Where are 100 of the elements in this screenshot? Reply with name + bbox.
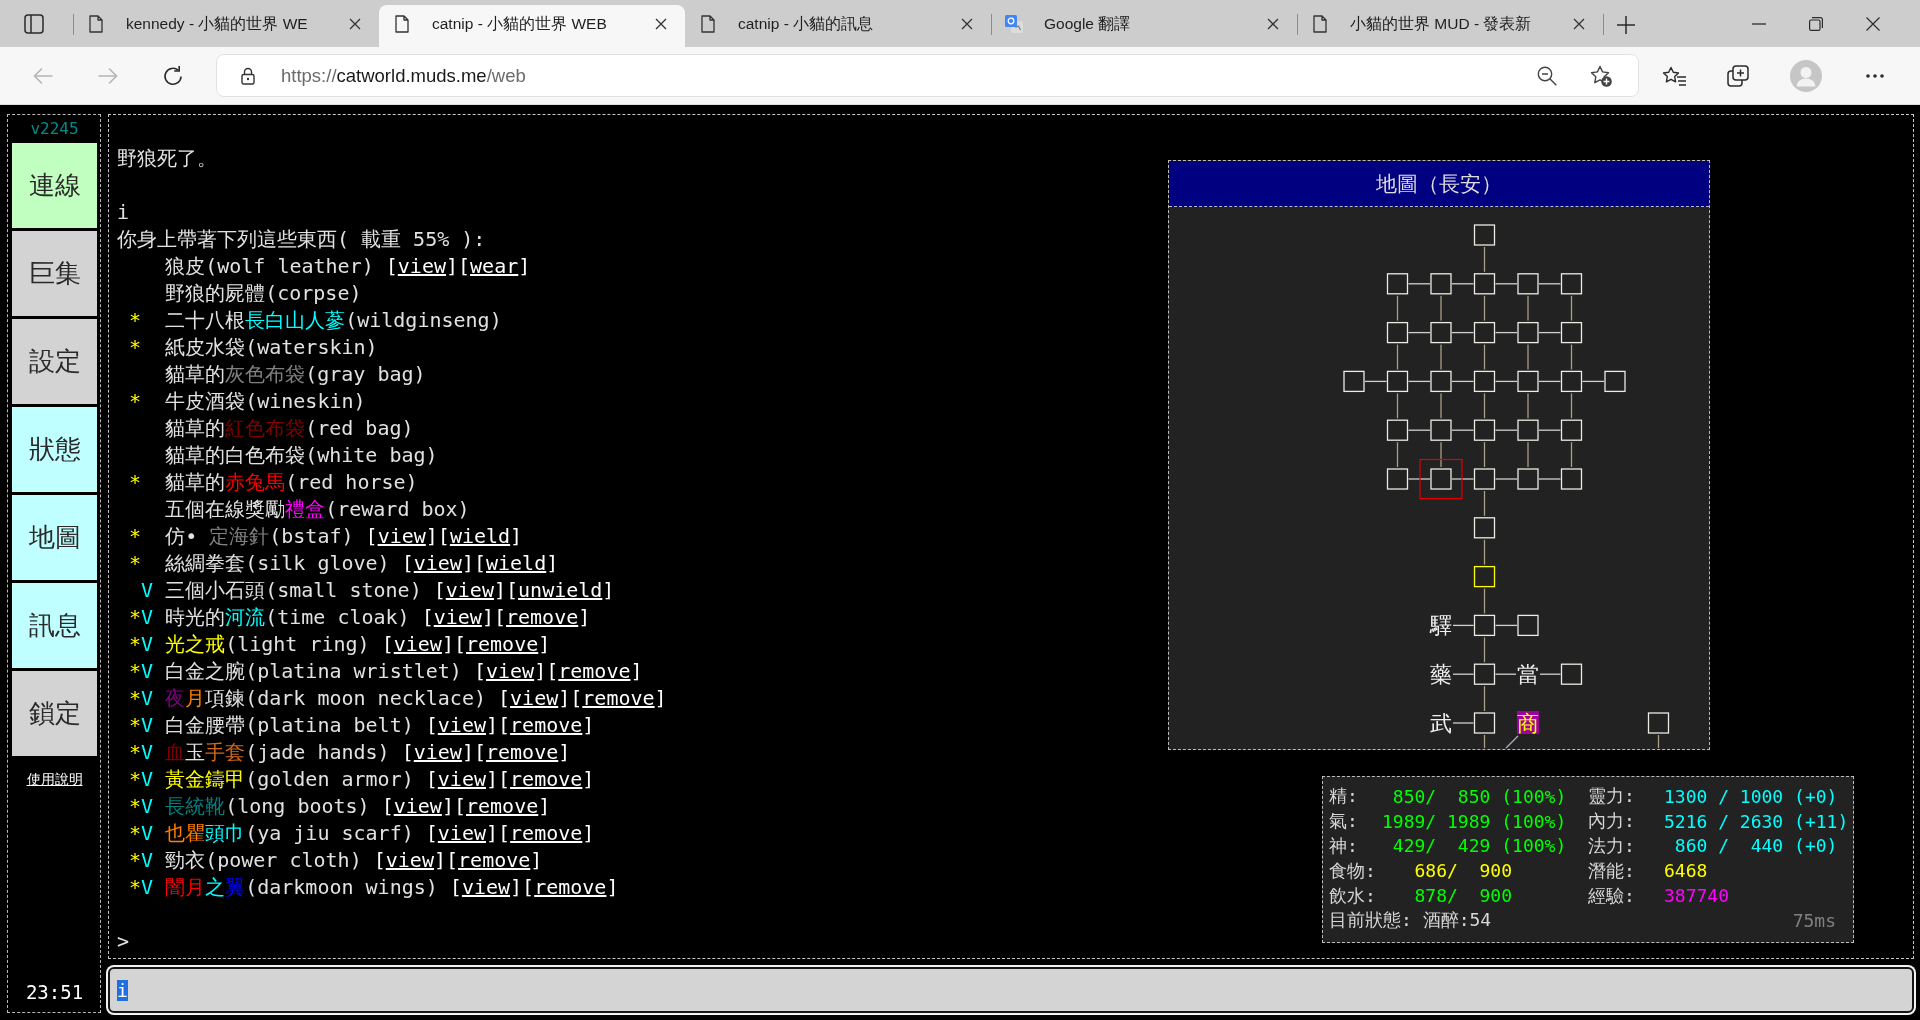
equipped-mark: V: [141, 847, 154, 874]
command-input[interactable]: i: [108, 967, 1914, 1013]
action-link[interactable]: [view]: [401, 740, 474, 764]
sidebar-button[interactable]: 狀態: [12, 407, 97, 492]
refresh-icon[interactable]: [162, 64, 184, 87]
action-link[interactable]: [remove]: [522, 875, 619, 899]
sidebar-button[interactable]: 鎖定: [12, 671, 97, 756]
zoom-out-icon[interactable]: [1537, 65, 1557, 86]
panel-icon[interactable]: [24, 13, 44, 34]
star-mark: *: [129, 550, 142, 577]
item-name: 紙皮水袋(waterskin): [165, 335, 378, 359]
stat-label: 精:: [1329, 784, 1358, 809]
browser-tab[interactable]: catnip - 小貓的訊息: [685, 5, 991, 47]
favorites-icon[interactable]: [1662, 65, 1686, 86]
minimize-icon[interactable]: [1751, 22, 1766, 25]
document-icon: [89, 15, 103, 33]
item-name: 貓草的紅色布袋(red bag): [165, 416, 414, 440]
action-link[interactable]: [wear]: [458, 254, 531, 278]
action-link[interactable]: [view]: [365, 524, 438, 548]
item-name: 仿• 定海針(bstaf): [165, 524, 354, 548]
action-link[interactable]: [view]: [473, 659, 547, 683]
star-mark: *: [129, 334, 142, 361]
action-link[interactable]: [remove]: [498, 821, 595, 845]
action-link[interactable]: [remove]: [498, 713, 595, 737]
output-text: 你身上帶著下列這些東西( 載重 55% ):: [117, 227, 486, 251]
action-link[interactable]: [remove]: [570, 686, 667, 710]
equipped-mark: V: [141, 604, 154, 631]
sidebar-button[interactable]: 設定: [12, 319, 97, 404]
stat-value: 850/ 850 (100%): [1391, 785, 1567, 807]
sidebar-button[interactable]: 訊息: [12, 583, 97, 668]
item-name: 夜月項鍊(dark moon necklace): [165, 686, 486, 710]
action-link[interactable]: [remove]: [498, 767, 595, 791]
browser-tab[interactable]: 小貓的世界 MUD - 發表新: [1297, 5, 1603, 47]
action-link[interactable]: [view]: [381, 794, 454, 818]
command-echo: i: [117, 200, 130, 224]
equipped-mark: V: [141, 631, 154, 658]
stat-value: 878/ 900: [1413, 885, 1513, 907]
action-link[interactable]: [unwield]: [506, 578, 615, 602]
collections-icon[interactable]: [1727, 64, 1749, 87]
item-name: 時光的河流(time cloak): [165, 605, 410, 629]
prompt-text: >: [117, 929, 130, 953]
stat-label: 靈力:: [1588, 784, 1635, 809]
star-mark: *: [129, 604, 142, 631]
action-link[interactable]: [wield]: [473, 551, 559, 575]
item-name: 血玉手套(jade hands): [165, 740, 390, 764]
close-icon[interactable]: [1267, 18, 1279, 30]
help-link[interactable]: 使用說明: [26, 770, 83, 788]
action-link[interactable]: [view]: [449, 875, 523, 899]
action-link[interactable]: [remove]: [453, 632, 551, 656]
browser-tab[interactable]: Google 翻譯: [991, 5, 1297, 47]
action-link[interactable]: [remove]: [473, 740, 571, 764]
action-link[interactable]: [wield]: [437, 524, 523, 548]
equipped-mark: V: [141, 739, 154, 766]
star-mark: *: [129, 523, 142, 550]
stat-value: 6468: [1664, 860, 1708, 882]
sidebar-button[interactable]: 巨集: [12, 231, 97, 316]
action-link[interactable]: [remove]: [493, 605, 591, 629]
action-link[interactable]: [view]: [401, 551, 474, 575]
close-icon[interactable]: [1865, 16, 1880, 31]
item-name: 闇月之翼(darkmoon wings): [165, 875, 438, 899]
action-link[interactable]: [remove]: [446, 848, 543, 872]
sidebar-button[interactable]: 地圖: [12, 495, 97, 580]
sidebar-button[interactable]: 連線: [12, 143, 97, 228]
new-tab-icon[interactable]: [1617, 16, 1635, 34]
action-link[interactable]: [view]: [425, 767, 499, 791]
item-name: 白金腰帶(platina belt): [165, 713, 414, 737]
action-link[interactable]: [view]: [421, 605, 494, 629]
item-name: 長統靴(long boots): [165, 794, 370, 818]
map-label: 當: [1517, 662, 1539, 688]
latency-text: 75ms: [1792, 909, 1836, 931]
star-mark: *: [129, 820, 142, 847]
item-name: 勁衣(power cloth): [165, 848, 362, 872]
address-field[interactable]: https://catworld.muds.me/web: [216, 54, 1639, 97]
item-name: 二十八根長白山人蔘(wildginseng): [165, 308, 502, 332]
action-link[interactable]: [view]: [425, 713, 499, 737]
add-favorite-icon[interactable]: [1590, 64, 1612, 87]
close-icon[interactable]: [961, 18, 973, 30]
browser-tab[interactable]: kennedy - 小貓的世界 WE: [73, 5, 379, 47]
close-icon[interactable]: [1573, 18, 1585, 30]
more-icon[interactable]: [1866, 73, 1884, 78]
map-label: 驛: [1430, 613, 1452, 639]
item-name: 光之戒(light ring): [165, 632, 370, 656]
action-link[interactable]: [view]: [373, 848, 446, 872]
action-link[interactable]: [remove]: [546, 659, 643, 683]
stat-label: 神:: [1329, 834, 1358, 858]
close-icon[interactable]: [655, 18, 667, 30]
stat-value: 1300 / 1000 (+0): [1664, 785, 1838, 807]
translate-icon: [1005, 15, 1023, 33]
equipped-mark: V: [141, 712, 154, 739]
browser-tab[interactable]: catnip - 小貓的世界 WEB: [379, 5, 685, 47]
action-link[interactable]: [remove]: [453, 794, 551, 818]
action-link[interactable]: [view]: [381, 632, 454, 656]
action-link[interactable]: [view]: [498, 686, 571, 710]
restore-icon[interactable]: [1808, 16, 1823, 31]
action-link[interactable]: [view]: [385, 254, 459, 278]
equipped-mark: V: [141, 820, 154, 847]
close-icon[interactable]: [349, 18, 361, 30]
lock-icon[interactable]: [241, 66, 255, 85]
action-link[interactable]: [view]: [425, 821, 499, 845]
action-link[interactable]: [view]: [433, 578, 506, 602]
